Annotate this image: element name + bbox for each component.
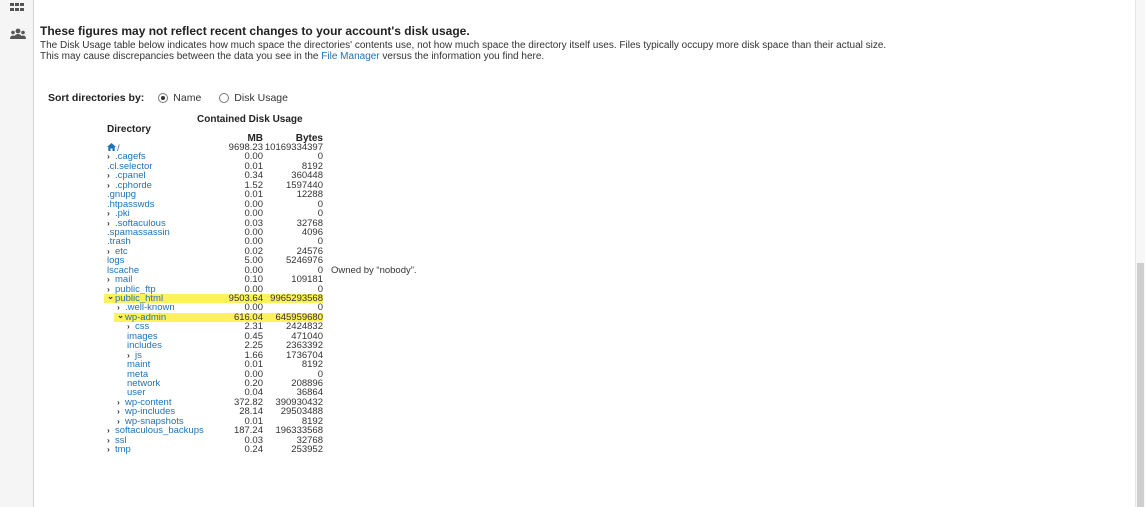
table-row: › tmp 0.24 253952 xyxy=(107,444,367,455)
page-scrollbar[interactable] xyxy=(1135,0,1145,507)
table-row: includes 2.25 2363392 xyxy=(107,340,367,351)
ownership-note: Owned by “nobody”. xyxy=(331,264,417,276)
table-row: › .cphorde 1.52 1597440 xyxy=(107,180,367,190)
table-row: .cl.selector 0.01 8192 xyxy=(107,161,367,171)
directory-name[interactable]: softaculous_backups xyxy=(115,425,204,436)
contained-disk-usage-header: Contained Disk Usage xyxy=(197,114,303,125)
users-icon[interactable] xyxy=(10,27,26,45)
file-manager-link[interactable]: File Manager xyxy=(321,51,379,62)
chevron-down-icon[interactable]: ⌄ xyxy=(107,291,115,301)
table-row: lscache 0.00 0 Owned by “nobody”. xyxy=(107,265,417,275)
table-row: network 0.20 208896 xyxy=(107,378,367,388)
notice-title: These figures may not reflect recent cha… xyxy=(40,24,470,38)
table-row: .spamassassin 0.00 4096 xyxy=(107,226,367,238)
bytes-value: 10169334397 xyxy=(264,142,323,153)
mb-value: 0.24 xyxy=(244,444,264,455)
sort-by-name-radio[interactable] xyxy=(158,93,169,103)
table-row: › etc 0.02 24576 xyxy=(107,246,367,256)
bytes-value: 109181 xyxy=(291,274,323,286)
sort-by-disk-usage-label[interactable]: Disk Usage xyxy=(234,92,288,104)
directory-link[interactable]: › tmp xyxy=(107,444,131,455)
table-row: /9698.23 10169334397 xyxy=(107,142,367,153)
table-row: › softaculous_backups 187.24 196333568 xyxy=(107,425,367,436)
table-row: .htpasswds 0.00 0 xyxy=(107,198,367,210)
directory-header: Directory xyxy=(107,124,151,135)
sort-by-disk-usage-radio[interactable] xyxy=(219,93,230,103)
table-row: logs 5.00 5246976 xyxy=(107,255,367,267)
chevron-right-icon[interactable]: › xyxy=(107,444,115,454)
sort-label: Sort directories by: xyxy=(48,92,145,104)
bytes-value: 253952 xyxy=(291,444,323,455)
bytes-value: 0 xyxy=(317,198,323,210)
sort-controls: Sort directories by: Name Disk Usage xyxy=(48,91,306,105)
directory-name[interactable]: tmp xyxy=(115,444,131,455)
table-row: .trash 0.00 0 xyxy=(107,237,367,247)
directory-name[interactable]: includes xyxy=(127,340,162,351)
bytes-value: 5246976 xyxy=(286,255,323,267)
disk-usage-table: /9698.23 10169334397 › .cagefs 0.00 0 .cl.sele… xyxy=(104,142,417,455)
left-sidebar xyxy=(0,0,34,507)
notice-body-text-end: versus the information you find here. xyxy=(379,51,545,62)
notice-body: The Disk Usage table below indicates how… xyxy=(40,40,900,62)
scrollbar-thumb[interactable] xyxy=(1137,263,1144,507)
chevron-down-icon[interactable]: ⌄ xyxy=(117,310,125,320)
grid-icon[interactable] xyxy=(10,0,24,18)
directory-link[interactable]: includes xyxy=(127,340,162,351)
sort-by-name-label[interactable]: Name xyxy=(173,92,201,104)
bytes-value: 4096 xyxy=(301,226,323,238)
bytes-value: 8192 xyxy=(301,359,323,371)
bytes-value: 12288 xyxy=(296,189,323,201)
bytes-value: 9965293568 xyxy=(270,293,323,304)
table-row: › ssl 0.03 32768 xyxy=(107,435,367,445)
